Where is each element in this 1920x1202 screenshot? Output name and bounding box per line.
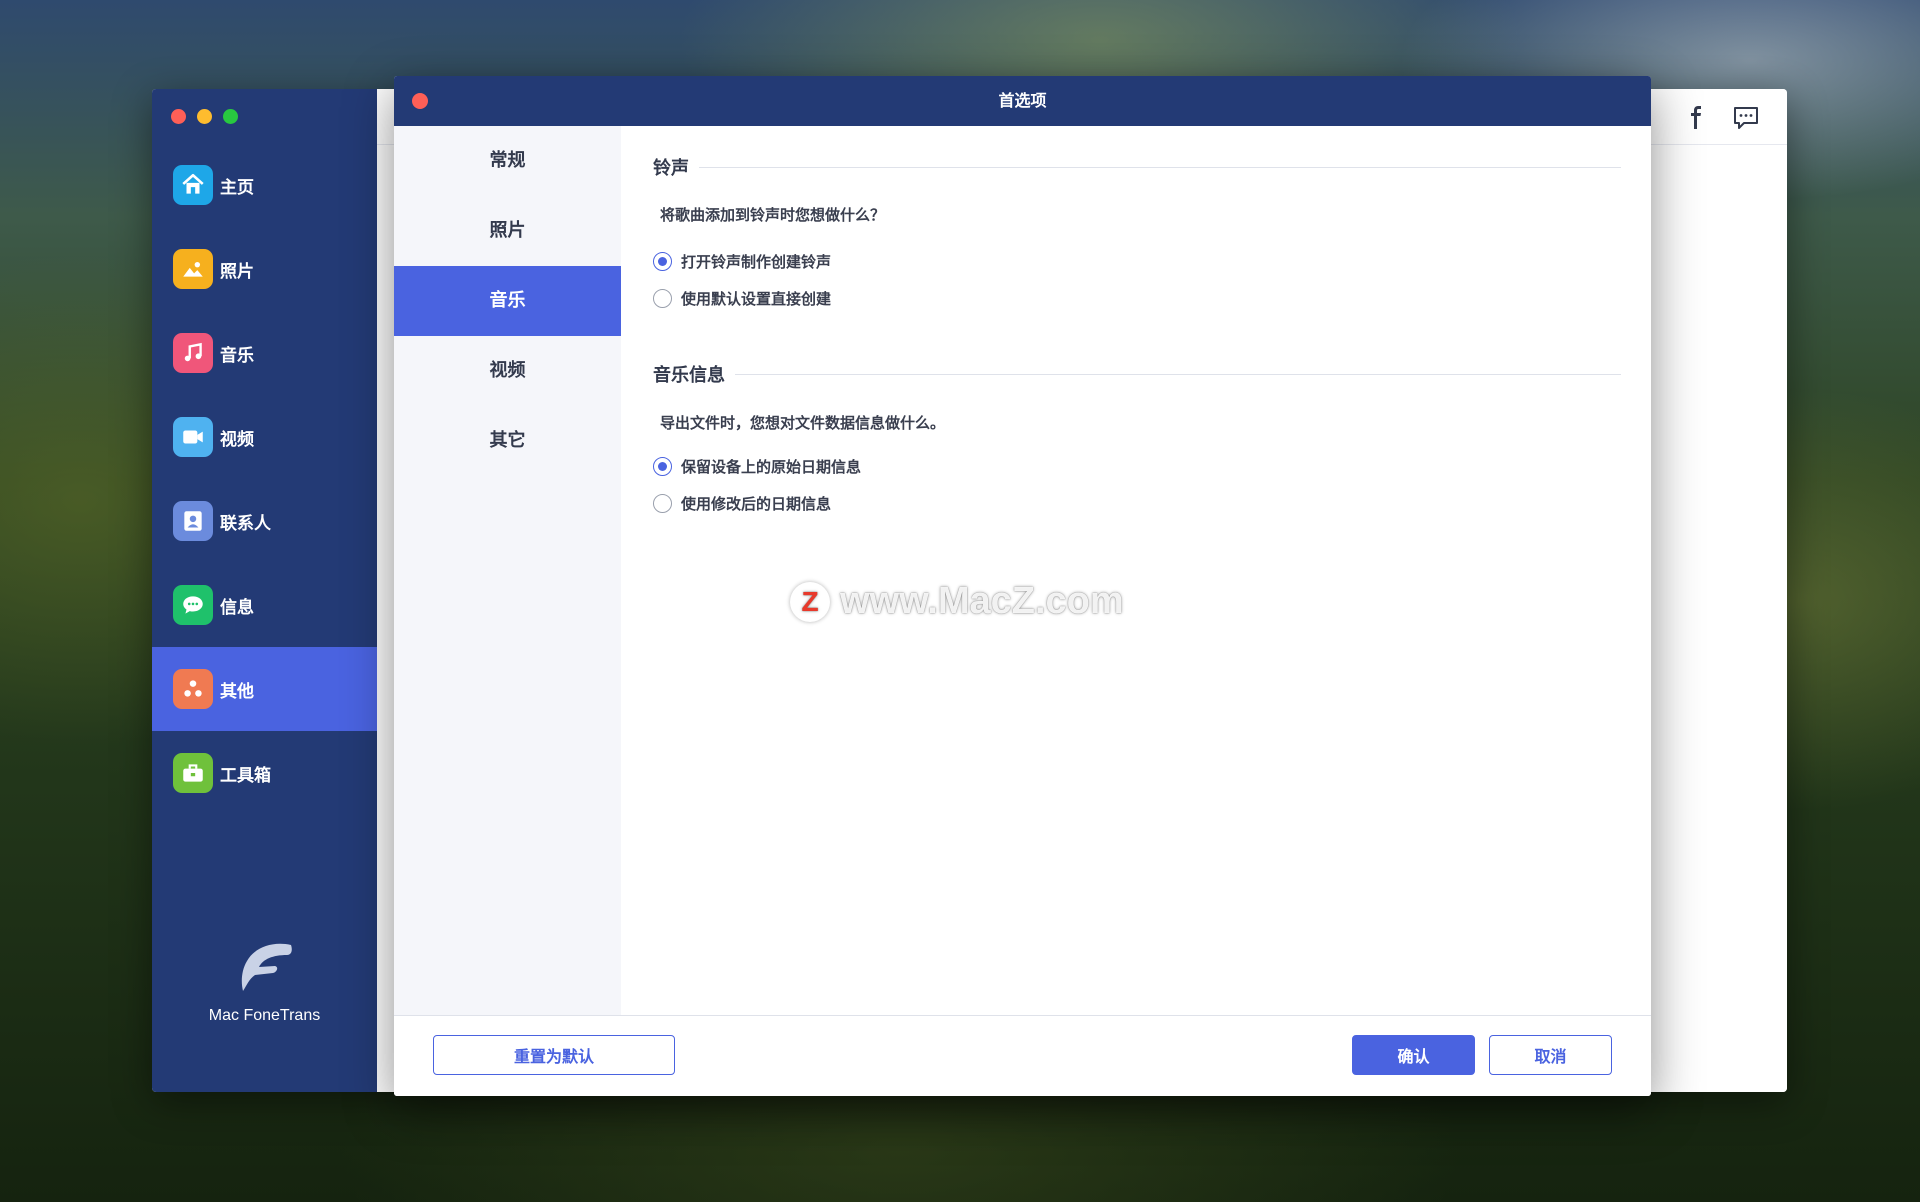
music-info-option-original[interactable]: 保留设备上的原始日期信息 [653, 456, 861, 477]
home-icon [173, 165, 213, 205]
ringtone-option-maker[interactable]: 打开铃声制作创建铃声 [653, 251, 831, 272]
zoom-window-button[interactable] [223, 109, 238, 124]
radio-label: 使用默认设置直接创建 [681, 290, 832, 308]
reset-default-button[interactable]: 重置为默认 [433, 1035, 675, 1075]
minimize-window-button[interactable] [197, 109, 212, 124]
music-info-question: 导出文件时，您想对文件数据信息做什么。 [660, 414, 946, 432]
sidebar-item-other[interactable]: 其他 [152, 647, 377, 731]
watermark-text: www.MacZ.com [840, 580, 1124, 622]
window-controls [171, 109, 238, 124]
feedback-icon[interactable] [1731, 103, 1761, 133]
music-info-section-title: 音乐信息 [653, 361, 1621, 387]
tab-music[interactable]: 音乐 [394, 266, 621, 336]
radio-label: 保留设备上的原始日期信息 [681, 458, 862, 476]
section-title: 铃声 [653, 158, 689, 179]
sidebar-nav: 主页 照片 音乐 视频 联系人 信息 其他 工具箱 [152, 143, 377, 815]
radio-button[interactable] [653, 494, 672, 513]
sidebar-item-label: 工具箱 [220, 765, 271, 786]
sidebar-item-contacts[interactable]: 联系人 [152, 479, 377, 563]
cancel-button[interactable]: 取消 [1489, 1035, 1612, 1075]
sidebar-item-home[interactable]: 主页 [152, 143, 377, 227]
watermark-logo-icon: Z [790, 581, 830, 622]
tab-other[interactable]: 其它 [394, 406, 621, 476]
preferences-tabs: 常规 照片 音乐 视频 其它 [394, 126, 621, 1016]
tab-photos[interactable]: 照片 [394, 196, 621, 266]
dialog-close-button[interactable] [412, 93, 428, 109]
tab-general[interactable]: 常规 [394, 126, 621, 196]
sidebar: 主页 照片 音乐 视频 联系人 信息 其他 工具箱 Mac FoneTrans [152, 89, 377, 1092]
contact-icon [173, 501, 213, 541]
radio-button[interactable] [653, 289, 672, 308]
fonetrans-logo-icon [233, 939, 297, 995]
sidebar-item-video[interactable]: 视频 [152, 395, 377, 479]
dialog-footer: 重置为默认 确认 取消 [394, 1015, 1651, 1096]
confirm-button[interactable]: 确认 [1352, 1035, 1475, 1075]
sidebar-item-music[interactable]: 音乐 [152, 311, 377, 395]
sidebar-item-label: 音乐 [220, 345, 254, 366]
sidebar-item-label: 照片 [220, 261, 254, 282]
brand: Mac FoneTrans [152, 939, 377, 1025]
tab-video[interactable]: 视频 [394, 336, 621, 406]
watermark: Z www.MacZ.com [790, 580, 1124, 623]
radio-label: 使用修改后的日期信息 [681, 495, 832, 513]
dialog-titlebar: 首选项 [394, 76, 1651, 126]
sidebar-item-label: 视频 [220, 429, 254, 450]
section-title: 音乐信息 [653, 365, 725, 386]
other-icon [173, 669, 213, 709]
music-info-option-modified[interactable]: 使用修改后的日期信息 [653, 493, 831, 514]
sidebar-item-toolbox[interactable]: 工具箱 [152, 731, 377, 815]
facebook-icon[interactable] [1681, 103, 1711, 133]
sidebar-item-messages[interactable]: 信息 [152, 563, 377, 647]
music-icon [173, 333, 213, 373]
radio-label: 打开铃声制作创建铃声 [681, 253, 832, 271]
sidebar-item-photos[interactable]: 照片 [152, 227, 377, 311]
brand-name: Mac FoneTrans [208, 1007, 321, 1024]
ringtone-option-default[interactable]: 使用默认设置直接创建 [653, 288, 831, 309]
preferences-panel: 铃声 将歌曲添加到铃声时您想做什么？ 打开铃声制作创建铃声 使用默认设置直接创建… [621, 126, 1651, 1016]
ringtone-section-title: 铃声 [653, 154, 1621, 180]
sidebar-item-label: 其他 [220, 681, 254, 702]
ringtone-question: 将歌曲添加到铃声时您想做什么？ [660, 206, 886, 224]
divider [699, 166, 1621, 168]
sidebar-item-label: 联系人 [220, 513, 271, 534]
toolbox-icon [173, 753, 213, 793]
sidebar-item-label: 主页 [220, 177, 254, 198]
video-icon [173, 417, 213, 457]
dialog-title: 首选项 [998, 91, 1047, 110]
divider [735, 373, 1621, 375]
message-icon [173, 585, 213, 625]
radio-button[interactable] [653, 252, 672, 271]
sidebar-item-label: 信息 [220, 597, 254, 618]
close-window-button[interactable] [171, 109, 186, 124]
photo-icon [173, 249, 213, 289]
radio-button[interactable] [653, 457, 672, 476]
